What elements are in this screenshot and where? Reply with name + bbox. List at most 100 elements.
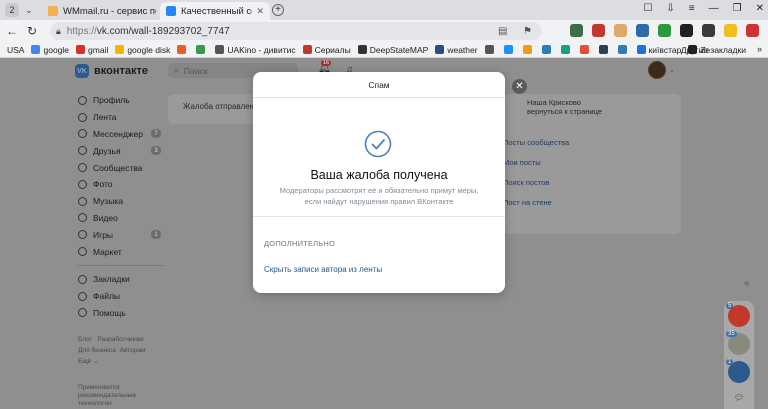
files-icon <box>78 291 87 301</box>
download-icon[interactable] <box>658 24 671 37</box>
author-block[interactable]: Наша Крисково вернуться к странице <box>527 98 602 116</box>
reader-icon[interactable]: ▤ <box>498 26 507 37</box>
footer-link-more[interactable]: Ещё ⌄ <box>78 358 99 365</box>
menu-item-files[interactable]: Файлы <box>78 288 168 305</box>
vk-left-menu: Профиль Лента Мессенджер 7 Друзья 3 Сообще… <box>78 92 168 321</box>
bookmark-icon-d[interactable] <box>541 45 554 54</box>
bookmark-icon-g[interactable] <box>598 45 611 54</box>
bookmark-deepstatemap[interactable]: DeepStateMAP <box>357 45 428 55</box>
feed-card: Жалоба отправлена <box>168 94 258 124</box>
bookmark-google[interactable]: google <box>31 45 69 55</box>
bookmark-favicon-icon <box>196 45 206 54</box>
menu-item-games[interactable]: Игры 1 <box>78 226 168 243</box>
bookmark-leaf[interactable] <box>196 45 208 54</box>
menu-item-friends[interactable]: Друзья 3 <box>78 142 168 159</box>
bookmark-favicon-icon <box>598 45 608 54</box>
menu-item-profile[interactable]: Профиль <box>78 92 168 109</box>
vk-favicon-icon <box>166 6 176 16</box>
extension-icon[interactable] <box>570 24 583 37</box>
footer-link-authors[interactable]: Авторам <box>120 347 146 354</box>
bookmark-icon-c[interactable] <box>522 45 535 54</box>
footer-link-blog[interactable]: Блог <box>78 336 92 343</box>
back-button[interactable]: ← <box>4 24 20 38</box>
other-bookmarks[interactable]: Другие закладки <box>681 45 746 55</box>
bookmark-icon[interactable]: ⚑ <box>523 26 532 37</box>
filter-item[interactable]: Поиск постов <box>503 178 549 187</box>
tab-wmmail[interactable]: WMmail.ru - сервис почто <box>42 2 162 20</box>
menu-item-bookmarks[interactable]: Закладки <box>78 271 168 288</box>
pin-icon[interactable]: ☐ <box>643 3 652 14</box>
menu-item-music[interactable]: Музыка <box>78 193 168 210</box>
filter-item[interactable]: Мои посты <box>503 158 541 167</box>
photo-icon <box>78 179 87 189</box>
chevron-down-icon[interactable]: ⌄ <box>669 66 675 74</box>
menu-icon[interactable]: ≡ <box>689 3 695 14</box>
collapse-rail-icon[interactable]: « <box>744 278 750 289</box>
close-tab-icon[interactable]: ✕ <box>256 6 264 17</box>
gmail-icon <box>76 45 86 54</box>
reload-button[interactable]: ↻ <box>24 24 40 38</box>
bookmark-gmail[interactable]: gmail <box>76 45 108 55</box>
filter-item[interactable]: Пост на стене <box>503 198 552 207</box>
tab-vk[interactable]: Качественный сервис ✕ <box>160 2 270 20</box>
modal-header: Спам <box>253 72 505 98</box>
tab-counter[interactable]: 2 <box>5 3 19 17</box>
restore-icon[interactable]: ❐ <box>733 3 742 14</box>
bookmark-icon-a[interactable] <box>484 45 497 54</box>
bookmark-weather[interactable]: weather <box>435 45 478 55</box>
bookmark-serialy[interactable]: Сериалы <box>302 45 351 55</box>
music-icon <box>78 196 87 206</box>
modal-subtitle: Модераторы рассмотрят её и обязательно п… <box>279 186 479 206</box>
menu-item-messenger[interactable]: Мессенджер 7 <box>78 126 168 143</box>
bookmark-icon-f[interactable] <box>579 45 592 54</box>
bookmark-kyivstar[interactable]: київстар <box>636 45 681 55</box>
menu-item-feed[interactable]: Лента <box>78 109 168 126</box>
vk-footer-recommendation[interactable]: Применяются рекомендательные технологии <box>78 384 168 408</box>
minimize-icon[interactable]: — <box>709 3 719 14</box>
footer-link-dev[interactable]: Разработчикам <box>97 336 143 343</box>
extension-icon[interactable] <box>592 24 605 37</box>
tab-title: Качественный сервис <box>181 5 252 17</box>
collections-icon[interactable]: ⇩ <box>666 3 674 14</box>
count-badge: 1 <box>151 230 161 240</box>
close-window-icon[interactable]: ✕ <box>756 3 764 14</box>
footer-link-business[interactable]: Для бизнеса <box>78 347 116 354</box>
menu-item-help[interactable]: Помощь <box>78 305 168 322</box>
extension-icon[interactable] <box>636 24 649 37</box>
bookmark-favicon-icon <box>357 45 367 54</box>
drive-icon <box>115 45 125 54</box>
hide-author-posts-link[interactable]: Скрыть записи автора из ленты <box>264 265 382 274</box>
menu-item-communities[interactable]: Сообщества <box>78 159 168 176</box>
extension-icon[interactable] <box>680 24 693 37</box>
bookmark-icon-b[interactable] <box>503 45 516 54</box>
close-modal-button[interactable]: ✕ <box>512 79 527 94</box>
address-bar[interactable]: 🔒︎ https:// vk.com/wall-189293702_7747 ⚑… <box>50 22 542 40</box>
extension-icon[interactable] <box>746 24 759 37</box>
menu-item-photos[interactable]: Фото <box>78 176 168 193</box>
bookmark-icon-e[interactable] <box>560 45 573 54</box>
bookmark-uakino[interactable]: UAKino - дивитис <box>215 45 296 55</box>
menu-item-market[interactable]: Маркет <box>78 243 168 260</box>
extension-icon[interactable] <box>702 24 715 37</box>
modal-divider <box>253 216 505 217</box>
user-avatar[interactable] <box>648 61 666 79</box>
bookmark-icon-h[interactable] <box>617 45 630 54</box>
wmmail-favicon-icon <box>48 6 58 16</box>
bookmark-favicon-icon <box>541 45 551 54</box>
bookmark-google-disk[interactable]: google disk <box>115 45 170 55</box>
filter-item[interactable]: Посты сообщества <box>503 138 569 147</box>
communities-icon <box>78 163 87 173</box>
vk-logo[interactable]: VK вконтакте <box>75 64 148 78</box>
bookmark-f[interactable] <box>177 45 189 54</box>
bookmark-usa[interactable]: USA <box>7 45 24 55</box>
tab-list-chevron-icon[interactable]: ⌄ <box>25 5 33 16</box>
bookmark-favicon-icon <box>484 45 494 54</box>
new-tab-button[interactable]: + <box>272 4 284 16</box>
menu-item-video[interactable]: Видео <box>78 210 168 227</box>
message-icon[interactable]: 💬︎ <box>734 393 744 402</box>
bookmarks-more-icon[interactable]: » <box>757 44 762 54</box>
url-text: vk.com/wall-189293702_7747 <box>96 25 230 37</box>
video-icon <box>78 213 87 223</box>
extension-icon[interactable] <box>724 24 737 37</box>
extension-icon[interactable] <box>614 24 627 37</box>
